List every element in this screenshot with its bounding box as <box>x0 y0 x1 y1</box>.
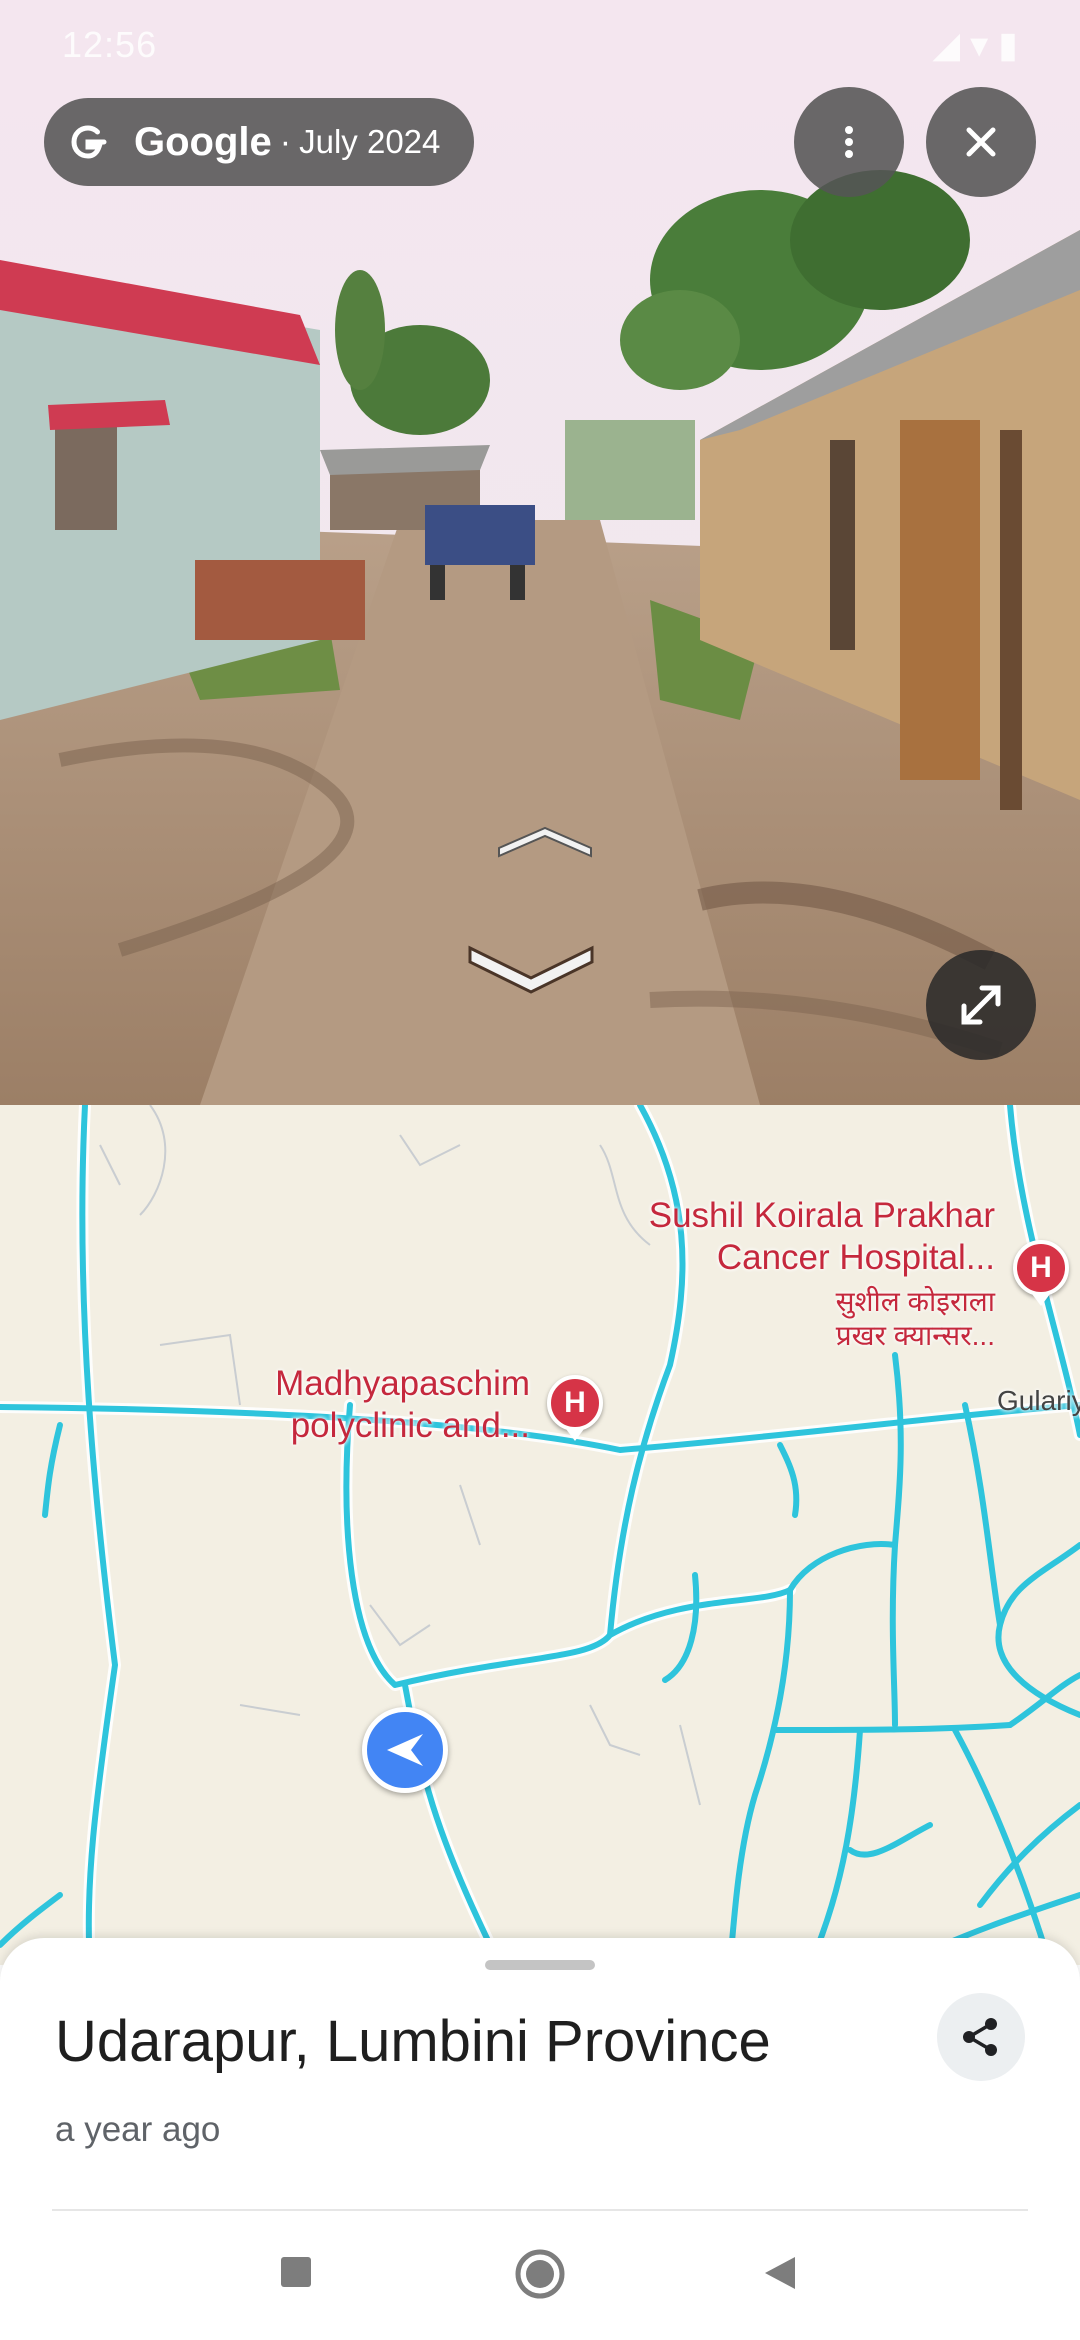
imagery-attribution[interactable]: Google · July 2024 <box>44 98 474 186</box>
poi-local-name-cancer-hospital: सुशील कोइराला प्रखर क्यान्सर... <box>700 1285 995 1353</box>
navigation-arrow-icon <box>387 1734 423 1766</box>
status-time: 12:56 <box>62 24 158 65</box>
move-forward-arrow[interactable] <box>495 826 595 866</box>
google-g-icon <box>71 125 107 159</box>
divider <box>52 2209 1028 2211</box>
attribution-brand: Google <box>134 119 272 164</box>
status-bar: 12:56 ◢ ▾ ▮ <box>0 0 1080 90</box>
capture-date: July 2024 <box>299 123 441 160</box>
recent-apps-icon[interactable] <box>278 2254 314 2290</box>
move-backward-arrow[interactable] <box>466 940 596 995</box>
poi-label-cancer-hospital[interactable]: Sushil Koirala Prakhar Cancer Hospital..… <box>560 1195 995 1279</box>
hospital-pin-cancer-hospital[interactable]: H <box>1013 1240 1069 1306</box>
poi-name-line-1: Sushil Koirala Prakhar <box>648 1196 995 1235</box>
more-options-button[interactable] <box>794 87 904 197</box>
close-button[interactable] <box>926 87 1036 197</box>
poi-name-line-2: Cancer Hospital... <box>716 1238 995 1277</box>
poi-local-line-1: सुशील कोइराला <box>835 1286 995 1317</box>
home-icon[interactable] <box>514 2248 566 2300</box>
back-icon[interactable] <box>762 2254 798 2292</box>
sheet-drag-handle[interactable] <box>485 1960 595 1970</box>
share-button[interactable] <box>937 1993 1025 2081</box>
status-icons: ◢ ▾ ▮ <box>932 24 1018 65</box>
place-capture-age: a year ago <box>55 2110 221 2149</box>
road-label: Gulariy <box>997 1385 1080 1416</box>
poi-label-polyclinic[interactable]: Madhyapaschim polyclinic and... <box>200 1363 530 1447</box>
more-vert-icon <box>845 126 853 158</box>
attribution-separator: · <box>279 122 292 161</box>
street-view-panorama[interactable]: 12:56 ◢ ▾ ▮ Google · July 2024 <box>0 0 1080 1105</box>
poi-name-line-1: Madhyapaschim <box>275 1364 530 1403</box>
share-icon <box>963 2018 997 2056</box>
fullscreen-icon <box>961 985 1001 1025</box>
place-title: Udarapur, Lumbini Province <box>55 2009 771 2074</box>
hospital-pin-polyclinic[interactable]: H <box>547 1375 603 1441</box>
current-location-marker[interactable] <box>362 1707 448 1793</box>
system-navigation-bar <box>0 2212 1080 2340</box>
poi-name-line-2: polyclinic and... <box>290 1406 530 1445</box>
place-bottom-sheet[interactable]: Udarapur, Lumbini Province a year ago <box>0 1938 1080 2218</box>
poi-local-line-2: प्रखर क्यान्सर... <box>835 1320 995 1351</box>
close-icon <box>966 127 996 157</box>
fullscreen-button[interactable] <box>926 950 1036 1060</box>
map-view[interactable]: Sushil Koirala Prakhar Cancer Hospital..… <box>0 1105 1080 1965</box>
